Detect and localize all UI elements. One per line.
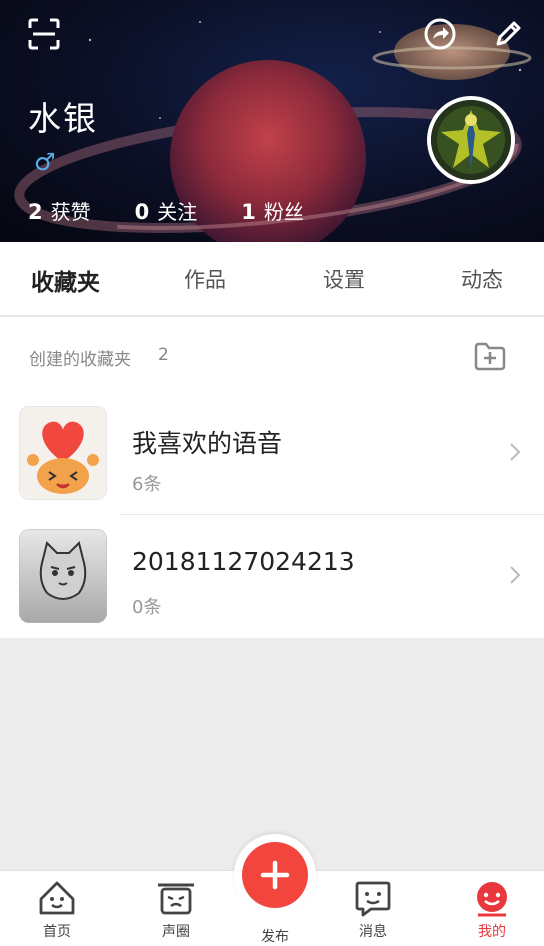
following-count: 0 <box>134 200 150 224</box>
nav-messages-label: 消息 <box>359 924 387 940</box>
nav-me-label: 我的 <box>478 924 506 940</box>
profile-stats: 2 获赞 0 关注 1 粉丝 <box>28 196 348 225</box>
gender-male-icon: ♂ <box>34 148 56 176</box>
favorite-cover-image <box>19 406 107 500</box>
chevron-right-icon <box>510 443 521 461</box>
likes-label: 获赞 <box>50 200 91 224</box>
nav-circle-label: 声圈 <box>162 924 190 940</box>
section-title: 创建的收藏夹 <box>29 350 131 370</box>
nav-home[interactable]: 首页 <box>22 879 92 941</box>
nav-messages[interactable]: 消息 <box>338 879 408 941</box>
tab-favorites[interactable]: 收藏夹 <box>31 263 100 297</box>
section-count: 2 <box>158 345 169 365</box>
favorite-count: 6条 <box>132 474 162 495</box>
publish-button[interactable] <box>242 842 308 908</box>
list-item[interactable]: 我喜欢的语音 6条 <box>0 392 544 515</box>
tab-settings[interactable]: 设置 <box>323 264 365 294</box>
nav-circle[interactable]: 声圈 <box>141 879 211 941</box>
followers-count: 1 <box>241 200 256 224</box>
scan-icon[interactable] <box>24 14 64 54</box>
following-stat[interactable]: 0 关注 <box>135 196 198 225</box>
followers-label: 粉丝 <box>263 200 304 224</box>
favorite-title: 20181127024213 <box>132 547 355 576</box>
likes-stat[interactable]: 2 获赞 <box>28 196 91 225</box>
list-item[interactable]: 20181127024213 0条 <box>0 515 544 638</box>
profile-icon <box>477 882 507 917</box>
home-icon <box>39 881 75 915</box>
tab-works[interactable]: 作品 <box>184 264 226 294</box>
plus-icon <box>260 860 290 890</box>
profile-tabs: 收藏夹 作品 设置 动态 <box>0 242 544 316</box>
chevron-right-icon <box>510 566 521 584</box>
favorites-list: 我喜欢的语音 6条 20181127024213 0条 <box>0 392 544 638</box>
nav-me[interactable]: 我的 <box>457 879 527 941</box>
favorite-cover-image <box>19 529 107 623</box>
profile-header: 水银 ♂ 2 获赞 0 关注 1 粉丝 <box>0 0 544 242</box>
share-icon[interactable] <box>420 14 460 54</box>
favorite-count: 0条 <box>132 597 162 618</box>
favorites-section-header: 创建的收藏夹 2 <box>0 317 544 392</box>
publish-label: 发布 <box>261 929 289 945</box>
avatar[interactable] <box>427 96 515 184</box>
add-folder-icon[interactable] <box>473 340 509 374</box>
followers-stat[interactable]: 1 粉丝 <box>241 196 304 225</box>
edit-icon[interactable] <box>488 14 528 54</box>
likes-count: 2 <box>28 200 43 224</box>
username: 水银 <box>28 99 98 138</box>
following-label: 关注 <box>157 200 198 224</box>
favorite-title: 我喜欢的语音 <box>132 429 283 458</box>
message-icon <box>355 881 391 917</box>
voice-circle-icon <box>158 883 194 915</box>
tab-activity[interactable]: 动态 <box>461 264 503 294</box>
nav-home-label: 首页 <box>43 924 71 940</box>
